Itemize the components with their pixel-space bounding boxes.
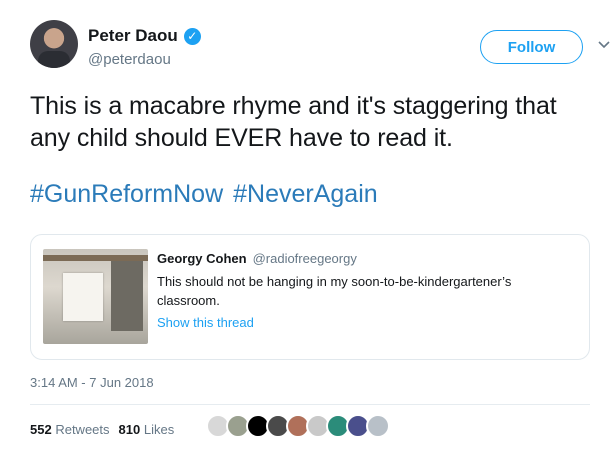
author-name-row: Peter Daou ✓ [88, 26, 201, 46]
retweets-stat[interactable]: 552 Retweets [30, 422, 110, 437]
author-avatar[interactable] [30, 20, 78, 68]
retweets-label: Retweets [55, 422, 110, 437]
tweet-timestamp[interactable]: 3:14 AM - 7 Jun 2018 [30, 375, 154, 390]
follow-button[interactable]: Follow [480, 30, 583, 64]
tweet-hashtags: #GunReformNow #NeverAgain [30, 178, 378, 210]
liker-avatars [206, 414, 390, 438]
likes-count: 810 [118, 422, 141, 437]
tweet-stats: 552 Retweets 810 Likes [30, 422, 174, 437]
author-handle[interactable]: @peterdaou [88, 51, 171, 68]
retweets-count: 552 [30, 422, 52, 437]
tweet-text: This is a macabre rhyme and it's stagger… [30, 92, 557, 152]
hashtag-link[interactable]: #NeverAgain [233, 180, 378, 208]
quoted-tweet-text: This should not be hanging in my soon-to… [157, 274, 512, 308]
divider [30, 404, 590, 405]
verified-badge-icon: ✓ [183, 27, 201, 45]
quoted-tweet-image[interactable] [43, 249, 148, 344]
quoted-tweet[interactable]: Georgy Cohen @radiofreegeorgy This shoul… [30, 234, 590, 360]
author-name[interactable]: Peter Daou [88, 26, 178, 46]
quoted-author-handle: @radiofreegeorgy [252, 251, 357, 266]
chevron-down-icon[interactable] [598, 36, 610, 52]
likes-label: Likes [143, 422, 175, 437]
likes-stat[interactable]: 810 Likes [119, 422, 175, 437]
quoted-tweet-author: Georgy Cohen @radiofreegeorgy [157, 251, 357, 266]
show-thread-link[interactable]: Show this thread [157, 315, 254, 330]
tweet-header: Peter Daou ✓ @peterdaou Follow [30, 20, 610, 76]
liker-avatar[interactable] [366, 414, 390, 438]
quoted-author-name: Georgy Cohen [157, 251, 247, 266]
hashtag-link[interactable]: #GunReformNow [30, 180, 223, 208]
